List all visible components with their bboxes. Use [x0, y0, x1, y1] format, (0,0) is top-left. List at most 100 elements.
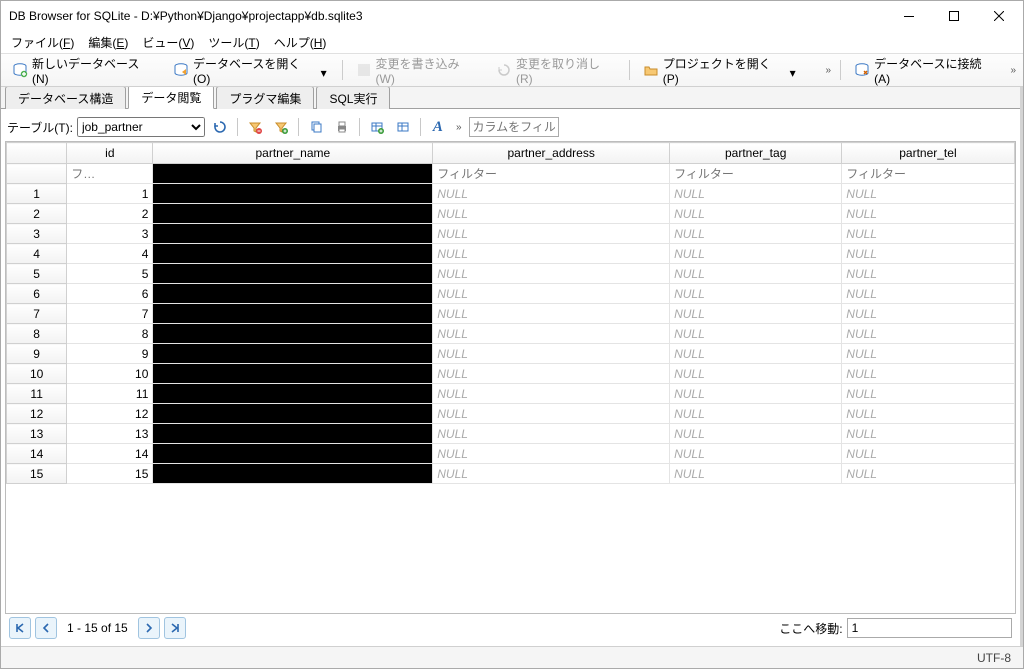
- col-header-id[interactable]: id: [67, 143, 153, 164]
- toolbar-overflow[interactable]: »: [1007, 63, 1019, 78]
- save-filters-button[interactable]: [270, 116, 292, 138]
- col-header-partner-address[interactable]: partner_address: [433, 143, 670, 164]
- col-header-partner-tag[interactable]: partner_tag: [670, 143, 842, 164]
- cell-id[interactable]: 14: [67, 444, 153, 464]
- cell-partner-tag[interactable]: NULL: [670, 364, 842, 384]
- tab-execute-sql[interactable]: SQL実行: [316, 87, 390, 109]
- cell-partner-tag[interactable]: NULL: [670, 264, 842, 284]
- table-row[interactable]: 77NULLNULLNULL: [7, 304, 1015, 324]
- table-row[interactable]: 1313NULLNULLNULL: [7, 424, 1015, 444]
- minimize-button[interactable]: [886, 2, 931, 30]
- cell-partner-name[interactable]: [153, 284, 433, 304]
- pager-last-button[interactable]: [164, 617, 186, 639]
- cell-partner-address[interactable]: NULL: [433, 224, 670, 244]
- table-row[interactable]: 1515NULLNULLNULL: [7, 464, 1015, 484]
- insert-record-button[interactable]: [366, 116, 388, 138]
- cell-partner-tel[interactable]: NULL: [842, 444, 1014, 464]
- cell-partner-tag[interactable]: NULL: [670, 344, 842, 364]
- cell-id[interactable]: 3: [67, 224, 153, 244]
- cell-partner-name[interactable]: [153, 384, 433, 404]
- cell-partner-tel[interactable]: NULL: [842, 304, 1014, 324]
- filter-tel[interactable]: [842, 165, 1013, 183]
- cell-partner-address[interactable]: NULL: [433, 284, 670, 304]
- tab-browse-data[interactable]: データ閲覧: [128, 87, 214, 109]
- cell-partner-name[interactable]: [153, 204, 433, 224]
- cell-id[interactable]: 10: [67, 364, 153, 384]
- filter-address[interactable]: [433, 165, 669, 183]
- print-button[interactable]: [331, 116, 353, 138]
- table-row[interactable]: 55NULLNULLNULL: [7, 264, 1015, 284]
- menu-tools[interactable]: ツール(T): [202, 32, 265, 53]
- cell-partner-tel[interactable]: NULL: [842, 404, 1014, 424]
- cell-partner-name[interactable]: [153, 464, 433, 484]
- table-row[interactable]: 1212NULLNULLNULL: [7, 404, 1015, 424]
- cell-id[interactable]: 2: [67, 204, 153, 224]
- menu-file[interactable]: ファイル(F): [5, 32, 80, 53]
- maximize-button[interactable]: [931, 2, 976, 30]
- cell-partner-name[interactable]: [153, 324, 433, 344]
- cell-partner-tel[interactable]: NULL: [842, 464, 1014, 484]
- open-project-button[interactable]: プロジェクトを開く(P) ▾: [636, 57, 805, 83]
- cell-partner-tel[interactable]: NULL: [842, 284, 1014, 304]
- write-changes-button[interactable]: 変更を書き込み(W): [349, 57, 485, 83]
- cell-partner-tel[interactable]: NULL: [842, 244, 1014, 264]
- cell-partner-address[interactable]: NULL: [433, 404, 670, 424]
- table-row[interactable]: 99NULLNULLNULL: [7, 344, 1015, 364]
- cell-partner-tag[interactable]: NULL: [670, 204, 842, 224]
- refresh-button[interactable]: [209, 116, 231, 138]
- cell-partner-tag[interactable]: NULL: [670, 284, 842, 304]
- pager-prev-button[interactable]: [35, 617, 57, 639]
- cell-partner-tel[interactable]: NULL: [842, 344, 1014, 364]
- cell-partner-tel[interactable]: NULL: [842, 204, 1014, 224]
- cell-id[interactable]: 4: [67, 244, 153, 264]
- open-database-button[interactable]: データベースを開く(O) ▾: [166, 57, 336, 83]
- tab-db-structure[interactable]: データベース構造: [5, 87, 126, 109]
- cell-partner-name[interactable]: [153, 244, 433, 264]
- copy-button[interactable]: [305, 116, 327, 138]
- table-row[interactable]: 22NULLNULLNULL: [7, 204, 1015, 224]
- delete-record-button[interactable]: [392, 116, 414, 138]
- pager-first-button[interactable]: [9, 617, 31, 639]
- cell-id[interactable]: 12: [67, 404, 153, 424]
- menu-help[interactable]: ヘルプ(H): [268, 32, 333, 53]
- cell-partner-tag[interactable]: NULL: [670, 304, 842, 324]
- cell-partner-name[interactable]: [153, 184, 433, 204]
- connect-database-button[interactable]: データベースに接続(A): [847, 57, 1003, 83]
- table-row[interactable]: 1010NULLNULLNULL: [7, 364, 1015, 384]
- cell-partner-address[interactable]: NULL: [433, 184, 670, 204]
- cell-partner-tag[interactable]: NULL: [670, 324, 842, 344]
- col-header-partner-tel[interactable]: partner_tel: [842, 143, 1014, 164]
- close-button[interactable]: [976, 2, 1021, 30]
- overflow-button[interactable]: »: [453, 120, 465, 135]
- cell-partner-tag[interactable]: NULL: [670, 424, 842, 444]
- cell-partner-address[interactable]: NULL: [433, 304, 670, 324]
- col-header-partner-name[interactable]: partner_name: [153, 143, 433, 164]
- cell-partner-name[interactable]: [153, 404, 433, 424]
- goto-input[interactable]: [847, 618, 1012, 638]
- cell-id[interactable]: 7: [67, 304, 153, 324]
- cell-partner-tel[interactable]: NULL: [842, 224, 1014, 244]
- data-grid[interactable]: id partner_name partner_address partner_…: [5, 141, 1016, 614]
- filter-tag[interactable]: [670, 165, 841, 183]
- table-row[interactable]: 33NULLNULLNULL: [7, 224, 1015, 244]
- toolbar-overflow[interactable]: »: [823, 63, 835, 78]
- cell-id[interactable]: 8: [67, 324, 153, 344]
- cell-partner-tel[interactable]: NULL: [842, 264, 1014, 284]
- cell-partner-tag[interactable]: NULL: [670, 224, 842, 244]
- cell-partner-address[interactable]: NULL: [433, 204, 670, 224]
- cell-partner-address[interactable]: NULL: [433, 344, 670, 364]
- cell-partner-tag[interactable]: NULL: [670, 404, 842, 424]
- adjust-columns-button[interactable]: A: [427, 116, 449, 138]
- cell-partner-tel[interactable]: NULL: [842, 424, 1014, 444]
- menu-edit[interactable]: 編集(E): [82, 32, 134, 53]
- cell-partner-tag[interactable]: NULL: [670, 464, 842, 484]
- col-header-rownum[interactable]: [7, 143, 67, 164]
- cell-partner-tag[interactable]: NULL: [670, 244, 842, 264]
- cell-partner-tag[interactable]: NULL: [670, 184, 842, 204]
- cell-partner-tag[interactable]: NULL: [670, 384, 842, 404]
- cell-id[interactable]: 9: [67, 344, 153, 364]
- cell-partner-name[interactable]: [153, 224, 433, 244]
- menu-view[interactable]: ビュー(V): [136, 32, 200, 53]
- filter-id[interactable]: [67, 165, 152, 183]
- cell-partner-name[interactable]: [153, 424, 433, 444]
